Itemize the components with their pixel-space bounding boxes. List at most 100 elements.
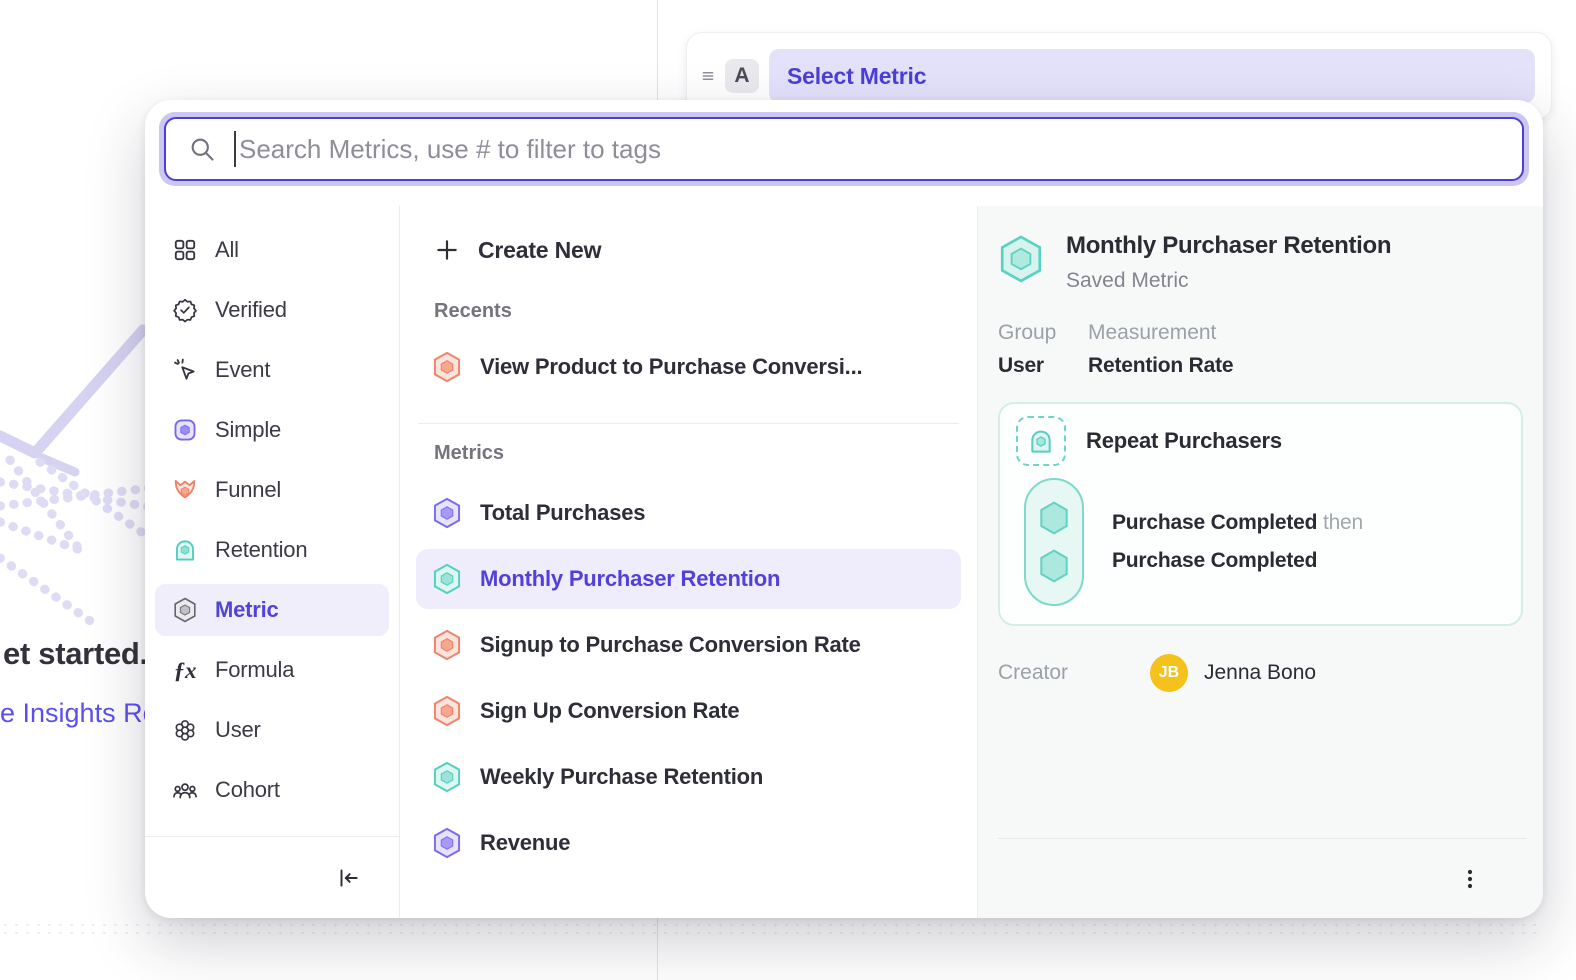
metric-list-item-selected[interactable]: Monthly Purchaser Retention (416, 549, 961, 609)
metric-item-label: Total Purchases (480, 500, 645, 526)
sidebar-item-cohort[interactable]: Cohort (155, 764, 389, 816)
event-step-2: Purchase Completed (1112, 549, 1363, 573)
measurement-label: Measurement (1088, 321, 1233, 345)
metric-hexagon-icon (432, 761, 462, 793)
metric-list-item[interactable]: Revenue (416, 813, 961, 873)
hexagon-step-icon (1038, 500, 1070, 536)
modal-content: All Verified (145, 206, 1543, 918)
metric-list-panel: Create New Recents View Product to Purch… (400, 206, 978, 918)
recents-section-label: Recents (434, 300, 961, 323)
metric-picker-modal: All Verified (145, 100, 1543, 918)
metric-hexagon-icon (172, 597, 198, 623)
user-cluster-icon (172, 717, 198, 743)
event-step-1: Purchase Completed then (1112, 511, 1363, 535)
definition-card-body: Purchase Completed then Purchase Complet… (1024, 478, 1503, 606)
detail-subtitle: Saved Metric (1066, 269, 1391, 293)
cursor-event-icon (172, 357, 198, 383)
sidebar-item-label: Simple (215, 417, 281, 443)
sidebar-item-label: User (215, 717, 261, 743)
metric-item-label: Monthly Purchaser Retention (480, 566, 780, 592)
create-new-button[interactable]: Create New (416, 224, 961, 276)
sidebar-item-label: Funnel (215, 477, 281, 503)
detail-footer (998, 838, 1527, 918)
repeat-purchasers-icon (1016, 416, 1066, 466)
background-dotted-texture (0, 921, 1543, 937)
search-focus-ring (159, 112, 1529, 186)
drag-handle-icon[interactable] (693, 61, 723, 91)
event-sequence-capsule (1024, 478, 1084, 606)
event-steps: Purchase Completed then Purchase Complet… (1112, 511, 1363, 573)
sidebar-item-label: All (215, 237, 239, 263)
plus-icon (434, 237, 460, 263)
metric-hexagon-icon (432, 563, 462, 595)
metric-hexagon-icon-large (998, 234, 1044, 284)
sidebar-item-label: Verified (215, 297, 287, 323)
more-options-icon[interactable] (1453, 862, 1487, 896)
sidebar-item-user[interactable]: User (155, 704, 389, 756)
sidebar-item-label: Formula (215, 657, 294, 683)
type-filter-sidebar: All Verified (145, 206, 400, 918)
sidebar-item-simple[interactable]: Simple (155, 404, 389, 456)
group-label: Group (998, 321, 1062, 345)
metric-list-item[interactable]: Sign Up Conversion Rate (416, 681, 961, 741)
creator-avatar: JB (1150, 654, 1188, 692)
cohort-people-icon (172, 777, 198, 803)
collapse-sidebar-icon[interactable] (331, 861, 365, 895)
search-box (164, 117, 1524, 181)
sidebar-item-retention[interactable]: Retention (155, 524, 389, 576)
metric-item-label: Sign Up Conversion Rate (480, 698, 739, 724)
metric-item-label: Revenue (480, 830, 570, 856)
search-icon (188, 135, 216, 163)
search-input[interactable] (239, 134, 1500, 165)
decorative-chart-lines (0, 320, 150, 680)
metric-detail-panel: Monthly Purchaser Retention Saved Metric… (978, 206, 1543, 918)
detail-header: Monthly Purchaser Retention Saved Metric (998, 232, 1527, 293)
metric-list-item[interactable]: Total Purchases (416, 483, 961, 543)
creator-label: Creator (998, 661, 1150, 685)
sidebar-item-label: Retention (215, 537, 307, 563)
sidebar-item-formula[interactable]: ƒx Formula (155, 644, 389, 696)
select-metric-button[interactable]: Select Metric (769, 49, 1535, 103)
funnel-icon (172, 477, 198, 503)
sidebar-item-verified[interactable]: Verified (155, 284, 389, 336)
metric-letter-badge[interactable]: A (725, 59, 759, 93)
sidebar-item-event[interactable]: Event (155, 344, 389, 396)
metric-list-item[interactable]: Weekly Purchase Retention (416, 747, 961, 807)
create-new-label: Create New (478, 237, 601, 264)
text-caret (234, 131, 236, 167)
sidebar-item-metric[interactable]: Metric (155, 584, 389, 636)
sidebar-item-label: Event (215, 357, 270, 383)
metric-item-label: Signup to Purchase Conversion Rate (480, 632, 861, 658)
creator-row: Creator JB Jenna Bono (998, 654, 1527, 692)
detail-meta: Group User Measurement Retention Rate (998, 321, 1527, 378)
background-insights-link-fragment[interactable]: e Insights Re (0, 698, 158, 729)
verified-badge-icon (172, 297, 198, 323)
metric-hexagon-icon (432, 827, 462, 859)
sidebar-item-label: Metric (215, 597, 279, 623)
formula-icon: ƒx (172, 657, 198, 683)
creator-name: Jenna Bono (1204, 661, 1316, 685)
list-divider (418, 423, 959, 424)
detail-title: Monthly Purchaser Retention (1066, 232, 1391, 260)
sidebar-item-label: Cohort (215, 777, 280, 803)
hexagon-step-icon (1038, 548, 1070, 584)
then-connector: then (1323, 511, 1363, 534)
sidebar-item-funnel[interactable]: Funnel (155, 464, 389, 516)
metrics-section-label: Metrics (434, 442, 961, 465)
sidebar-item-all[interactable]: All (155, 224, 389, 276)
simple-metric-icon (172, 417, 198, 443)
retention-icon (172, 537, 198, 563)
metric-list-item[interactable]: Signup to Purchase Conversion Rate (416, 615, 961, 675)
sidebar-footer (145, 836, 399, 918)
metric-hexagon-icon (432, 497, 462, 529)
metric-item-label: View Product to Purchase Conversi... (480, 354, 862, 380)
background-heading-fragment: et started. (3, 636, 148, 672)
screen: et started. e Insights Re A Select Metri… (0, 0, 1576, 980)
measurement-value: Retention Rate (1088, 354, 1233, 378)
recent-metric-item[interactable]: View Product to Purchase Conversi... (416, 337, 961, 397)
metric-hexagon-icon (432, 351, 462, 383)
retention-definition-card: Repeat Purchasers Purchase Comp (998, 402, 1523, 626)
grid-icon (172, 237, 198, 263)
definition-card-title: Repeat Purchasers (1086, 428, 1282, 454)
metric-item-label: Weekly Purchase Retention (480, 764, 763, 790)
